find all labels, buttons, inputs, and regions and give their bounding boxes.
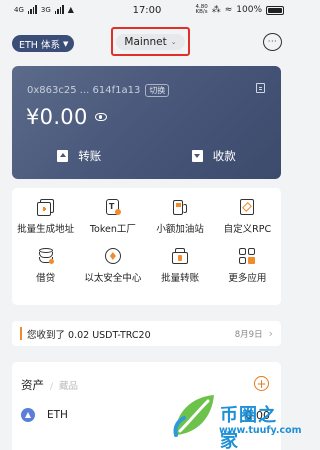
shortcut-label: 借贷 [36,273,56,284]
shortcut-grid: 批量生成地址 T Token工厂 小额加油站 自定义RPC 借贷 以太安全中心 … [12,198,281,284]
tab-assets[interactable]: 资产 [21,377,44,393]
transfer-button[interactable]: 转账 [12,146,147,166]
network-selector[interactable]: Mainnet ⌄ [116,33,185,50]
shortcut-label: 批量生成地址 [17,224,75,235]
caret-down-icon: ▼ [62,39,69,48]
shortcut-batch-address[interactable]: 批量生成地址 [12,198,79,235]
chevron-right-icon: › [268,327,273,340]
watermark: 币圈之家 www.tuufy.com [166,385,302,450]
shortcut-panel: 批量生成地址 T Token工厂 小额加油站 自定义RPC 借贷 以太安全中心 … [12,188,281,305]
wallet-address[interactable]: 0x863c25 ... 614f1a13 [27,85,140,96]
wallet-balance: ¥0.00 [26,105,88,129]
shortcut-gas-station[interactable]: 小额加油站 [147,198,214,235]
network-label: Mainnet [124,35,167,48]
chevron-down-icon: ⌄ [170,37,177,46]
shortcut-custom-rpc[interactable]: 自定义RPC [214,198,281,235]
card-actions: 转账 收款 [12,146,281,166]
status-bar: 4G 3G ▲ 17:00 4.80 KB/s ⁂ ≈ 100% [0,0,294,22]
eth-icon [21,408,35,422]
leaf-logo-icon [173,395,214,437]
shortcut-label: Token工厂 [89,224,136,235]
receive-label: 收款 [212,149,236,163]
top-bar: ETH 体系 ▼ Mainnet ⌄ ··· [0,22,294,62]
transaction-notice[interactable]: 您收到了 0.02 USDT-TRC20 8月9日 › [12,321,281,346]
shortcut-batch-transfer[interactable]: 批量转账 [147,247,214,284]
chain-label: ETH 体系 [19,39,60,51]
custom-rpc-icon [238,198,256,216]
shortcut-label: 更多应用 [228,273,267,284]
shortcut-label: 小额加油站 [156,224,204,235]
security-center-icon [104,247,122,265]
shortcut-label: 以太安全中心 [84,273,142,284]
watermark-url: www.tuufy.com [219,425,302,436]
asset-tabs: 资产 / 藏品 [21,377,78,393]
batch-transfer-icon [171,247,189,265]
network-selector-highlight: Mainnet ⌄ [111,27,190,56]
chain-selector[interactable]: ETH 体系 ▼ [12,35,75,52]
upload-icon [57,150,69,162]
shortcut-security-center[interactable]: 以太安全中心 [79,247,146,284]
shortcut-more-apps[interactable]: 更多应用 [214,247,281,284]
shortcut-label: 批量转账 [161,273,200,284]
download-icon [191,150,203,162]
bluetooth-icon: ⁂ [211,5,221,15]
notice-accent-bar [20,327,22,340]
wallet-card: 0x863c25 ... 614f1a13 切换 ¥0.00 转账 收款 [12,66,281,179]
receive-button[interactable]: 收款 [147,146,282,166]
shortcut-label: 自定义RPC [223,224,272,235]
shortcut-lending[interactable]: 借贷 [12,247,79,284]
transfer-label: 转账 [78,149,102,163]
wifi-icon: ≈ [224,5,233,15]
balance-row: ¥0.00 [26,105,107,129]
status-right: 4.80 KB/s ⁂ ≈ 100% [195,4,284,15]
switch-wallet-button[interactable]: 切换 [145,84,170,97]
asset-name: ETH [47,409,68,421]
notice-text: 您收到了 0.02 USDT-TRC20 [27,329,151,341]
wallet-detail-icon[interactable] [256,83,265,93]
tab-collectibles[interactable]: 藏品 [59,378,78,392]
notice-date: 8月9日 [234,329,263,340]
gas-station-icon [171,198,189,216]
network-speed: 4.80 KB/s [195,4,208,15]
address-row: 0x863c25 ... 614f1a13 切换 [27,84,170,97]
lending-icon [37,247,55,265]
battery-icon [266,5,284,15]
chat-icon[interactable]: ··· [263,33,282,51]
token-factory-icon: T [104,198,122,216]
tab-separator: / [50,382,54,392]
batch-address-icon [36,198,55,216]
shortcut-token-factory[interactable]: T Token工厂 [79,198,146,235]
eye-icon[interactable] [94,113,107,121]
battery-percent: 100% [236,5,262,15]
more-apps-icon [238,247,256,265]
